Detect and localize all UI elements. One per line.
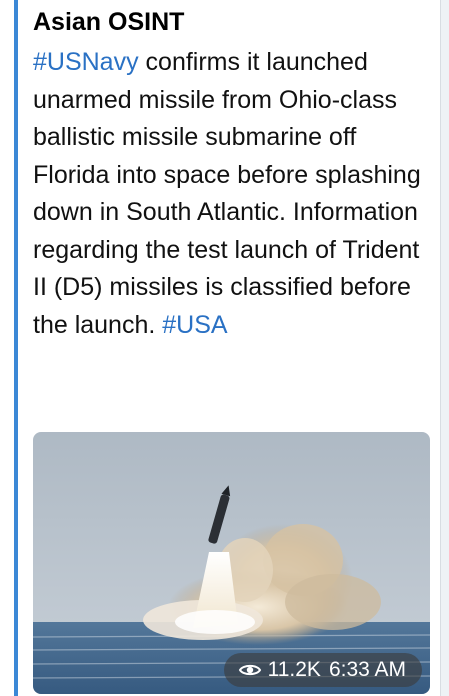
message-text: #USNavy confirms it launched unarmed mis… — [33, 44, 438, 344]
message-body: confirms it launched unarmed missile fro… — [33, 48, 421, 339]
quote-accent-bar — [14, 0, 18, 696]
hashtag-usnavy[interactable]: #USNavy — [33, 48, 139, 76]
message-meta: 11.2K 6:33 AM — [223, 653, 422, 687]
view-count: 11.2K — [267, 658, 321, 681]
channel-name[interactable]: Asian OSINT — [33, 8, 184, 37]
scroll-edge — [440, 0, 449, 696]
hashtag-usa[interactable]: #USA — [162, 311, 227, 339]
missile-launch-photo[interactable]: 11.2K 6:33 AM — [33, 432, 430, 694]
post-time: 6:33 AM — [328, 658, 406, 681]
eye-icon — [238, 664, 261, 676]
